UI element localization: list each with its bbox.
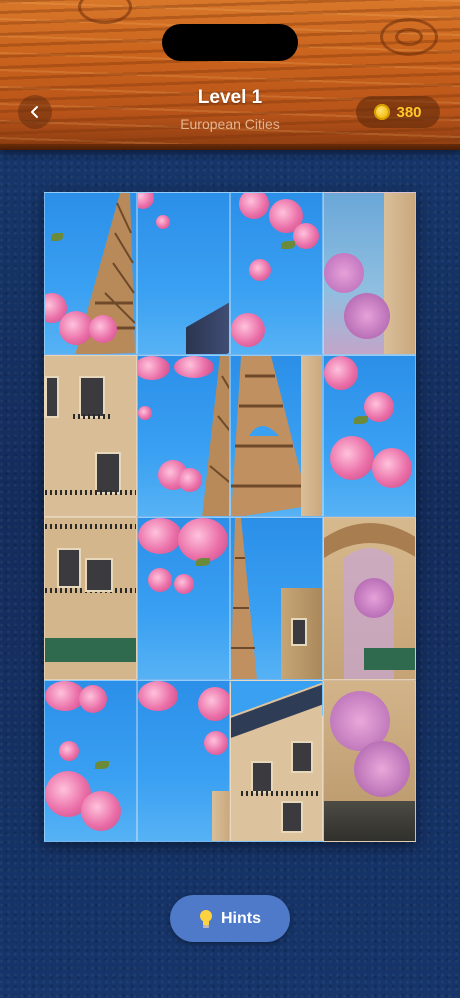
puzzle-tile[interactable] bbox=[230, 192, 323, 355]
eiffel-tower-fragment bbox=[231, 518, 257, 679]
coin-balance[interactable]: 380 bbox=[356, 96, 440, 128]
puzzle-tile[interactable] bbox=[230, 517, 323, 680]
wood-knot bbox=[380, 18, 438, 56]
puzzle-tile[interactable] bbox=[44, 679, 137, 842]
puzzle-tile[interactable] bbox=[323, 517, 416, 680]
puzzle-tile[interactable] bbox=[323, 192, 416, 355]
puzzle-tile[interactable] bbox=[323, 679, 416, 842]
hints-label: Hints bbox=[221, 909, 261, 927]
puzzle-tile[interactable] bbox=[137, 679, 230, 842]
lightbulb-icon bbox=[200, 909, 212, 928]
top-wood-bar: Level 1 European Cities 380 bbox=[0, 0, 460, 150]
puzzle-tile[interactable] bbox=[137, 192, 230, 355]
coin-icon bbox=[374, 104, 391, 120]
puzzle-tile[interactable] bbox=[137, 354, 230, 517]
puzzle-tile[interactable] bbox=[323, 354, 416, 517]
puzzle-tile[interactable] bbox=[230, 679, 323, 842]
eiffel-tower-fragment bbox=[202, 355, 229, 517]
puzzle-tile[interactable] bbox=[44, 517, 137, 680]
puzzle-tile[interactable] bbox=[230, 354, 323, 517]
puzzle-tile[interactable] bbox=[137, 517, 230, 680]
puzzle-board bbox=[44, 192, 416, 842]
dynamic-island bbox=[162, 24, 298, 61]
puzzle-tile[interactable] bbox=[44, 192, 137, 355]
wood-knot bbox=[78, 0, 132, 24]
coin-count: 380 bbox=[396, 103, 422, 121]
puzzle-tile[interactable] bbox=[44, 354, 137, 517]
hints-button[interactable]: Hints bbox=[170, 895, 290, 942]
